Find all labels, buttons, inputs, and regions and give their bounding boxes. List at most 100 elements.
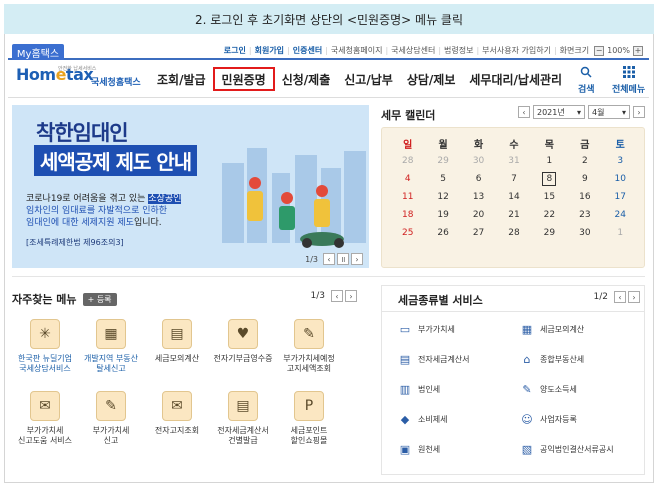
nav-item-report-payment[interactable]: 신고/납부 <box>337 67 400 91</box>
calendar-day[interactable]: 21 <box>496 206 531 224</box>
prev-arrow-icon[interactable]: ‹ <box>331 290 343 302</box>
next-arrow-icon[interactable]: › <box>628 291 640 303</box>
calendar-day[interactable]: 30 <box>567 224 602 242</box>
month-select[interactable]: 4월 ▾ <box>588 105 630 119</box>
svc-e-invoice[interactable]: ▤ 전자세금계산서 <box>398 352 470 366</box>
calendar-day[interactable]: 18 <box>390 206 425 224</box>
mail-icon: ✉ <box>162 391 192 421</box>
invoice-icon: ▤ <box>228 391 258 421</box>
calendar-day[interactable]: 29 <box>425 152 460 170</box>
calendar-day[interactable]: 27 <box>461 224 496 242</box>
promo-body: 코로나19로 어려움을 겪고 있는 소상공인 임차인의 임대료를 자발적으로 인… <box>26 194 182 228</box>
svc-vat[interactable]: ▭ 부가가치세 <box>398 322 455 336</box>
svc-corporate-tax[interactable]: ▥ 법인세 <box>398 382 440 396</box>
calendar-day-today[interactable]: 8 <box>532 170 567 188</box>
next-arrow-icon[interactable]: › <box>351 253 363 265</box>
calendar-day[interactable]: 17 <box>603 188 638 206</box>
calendar-day[interactable]: 10 <box>603 170 638 188</box>
envelope-icon: ✉ <box>30 391 60 421</box>
svc-public-corp-disclosure[interactable]: ▧ 공익법인결산서류공시 <box>520 442 614 456</box>
svc-business-registration[interactable]: ☺ 사업자등록 <box>520 412 577 426</box>
instruction-banner: 2. 로그인 후 초기화면 상단의 <민원증명> 메뉴 클릭 <box>4 4 654 34</box>
calendar-day[interactable]: 26 <box>425 224 460 242</box>
all-menu-button[interactable]: 전체메뉴 <box>612 66 645 95</box>
calendar-day[interactable]: 30 <box>461 152 496 170</box>
consult-center-link[interactable]: 국세상담센터 <box>388 45 438 56</box>
next-arrow-icon[interactable]: › <box>345 290 357 302</box>
nav-item-tax-agent[interactable]: 세무대리/납세관리 <box>462 67 569 91</box>
calendar-day[interactable]: 29 <box>532 224 567 242</box>
svc-withholding-tax[interactable]: ▣ 원천세 <box>398 442 440 456</box>
fav-tile-vat-help[interactable]: ✉ 부가가치세 신고도움 서비스 <box>12 391 78 446</box>
calendar-day[interactable]: 9 <box>567 170 602 188</box>
calendar-day[interactable]: 4 <box>390 170 425 188</box>
fav-tile-tax-simulation[interactable]: ▤ 세금모의계산 <box>144 319 210 364</box>
svc-transfer-tax[interactable]: ✎ 양도소득세 <box>520 382 576 396</box>
calendar-day[interactable]: 23 <box>567 206 602 224</box>
calendar-day[interactable]: 13 <box>461 188 496 206</box>
nav-item-application[interactable]: 신청/제출 <box>275 67 338 91</box>
svc-property-tax[interactable]: ⌂ 종합부동산세 <box>520 352 585 366</box>
calendar-day[interactable]: 3 <box>603 152 638 170</box>
year-select[interactable]: 2021년 ▾ <box>533 105 585 119</box>
fav-tile-newdeal[interactable]: ✳ 한국판 뉴딜기업 국세상담서비스 <box>12 319 78 374</box>
calendar-day[interactable]: 16 <box>567 188 602 206</box>
pen-icon: ✎ <box>96 391 126 421</box>
promo-pager: 1/3 ‹ ॥ › <box>305 253 363 265</box>
nts-homepage-link[interactable]: 국세청홈페이지 <box>328 45 386 56</box>
calendar-day[interactable]: 20 <box>461 206 496 224</box>
calendar-day[interactable]: 22 <box>532 206 567 224</box>
document-pen-icon: ✎ <box>522 382 532 396</box>
law-info-link[interactable]: 법령정보 <box>441 45 476 56</box>
calendar-day[interactable]: 31 <box>496 152 531 170</box>
fav-tile-tax-point[interactable]: P 세금포인트 할인쇼핑몰 <box>276 391 342 446</box>
calendar-day[interactable]: 6 <box>461 170 496 188</box>
calendar-grid: 일 월 화 수 목 금 토 28 29 30 31 1 2 3 4 5 6 7 … <box>381 127 645 268</box>
calendar-day[interactable]: 14 <box>496 188 531 206</box>
my-hometax-tab[interactable]: My홈택스 <box>12 44 64 60</box>
promo-banner[interactable]: 착한임대인 세액공제 제도 안내 코로나19로 어려움을 겪고 있는 소상공인 … <box>12 105 369 268</box>
fav-tile-vat-notice[interactable]: ✎ 부가가치세예정 고지세액조회 <box>276 319 342 374</box>
calendar-day[interactable]: 15 <box>532 188 567 206</box>
favorites-pager: 1/3 ‹ › <box>311 290 357 302</box>
nav-item-inquiry[interactable]: 조회/발급 <box>150 67 213 91</box>
calendar-day[interactable]: 25 <box>390 224 425 242</box>
calendar-day[interactable]: 12 <box>425 188 460 206</box>
calendar-day[interactable]: 2 <box>567 152 602 170</box>
login-link[interactable]: 로그인 <box>221 45 249 56</box>
calendar-day[interactable]: 28 <box>496 224 531 242</box>
zoom-in-button[interactable]: + <box>633 45 643 56</box>
hometax-logo[interactable]: Hometax 안전한 납세서비스 국세청홈택스 <box>16 65 141 91</box>
calendar-day[interactable]: 24 <box>603 206 638 224</box>
nav-item-consult[interactable]: 상담/제보 <box>400 67 463 91</box>
building-icon: ▥ <box>399 382 411 396</box>
calendar-day[interactable]: 11 <box>390 188 425 206</box>
cert-center-link[interactable]: 인증센터 <box>290 45 325 56</box>
prev-arrow-icon[interactable]: ‹ <box>323 253 335 265</box>
signup-link[interactable]: 회원가입 <box>252 45 287 56</box>
fav-tile-dev-area-report[interactable]: ▦ 개발지역 부동산 탈세신고 <box>78 319 144 374</box>
nav-item-civil-certificate[interactable]: 민원증명 <box>212 67 275 91</box>
prev-arrow-icon[interactable]: ‹ <box>614 291 626 303</box>
calendar-title: 세무 캘린더 <box>381 109 436 122</box>
fav-tile-e-notice[interactable]: ✉ 전자고지조회 <box>144 391 210 436</box>
calendar-day[interactable]: 19 <box>425 206 460 224</box>
fav-tile-donation-receipt[interactable]: ♥ 전자기부금영수증 <box>210 319 276 364</box>
calendar-day[interactable]: 1 <box>603 224 638 242</box>
svc-tax-simulation[interactable]: ▦ 세금모의계산 <box>520 322 584 336</box>
dept-user-join-link[interactable]: 부서사용자 가입하기 <box>479 45 554 56</box>
calendar-day[interactable]: 1 <box>532 152 567 170</box>
search-button[interactable]: 검색 <box>578 66 595 95</box>
calendar-day[interactable]: 28 <box>390 152 425 170</box>
calendar-day[interactable]: 5 <box>425 170 460 188</box>
building-icon: ▦ <box>96 319 126 349</box>
pause-icon[interactable]: ॥ <box>337 253 349 265</box>
prev-month-icon[interactable]: ‹ <box>518 106 530 118</box>
fav-tile-e-invoice[interactable]: ▤ 전자세금계산서 건별발급 <box>210 391 276 446</box>
add-favorite-button[interactable]: + 등록 <box>82 292 117 306</box>
svc-consumption-tax[interactable]: ◆ 소비제세 <box>398 412 448 426</box>
calendar-day[interactable]: 7 <box>496 170 531 188</box>
next-month-icon[interactable]: › <box>633 106 645 118</box>
fav-tile-vat-report[interactable]: ✎ 부가가치세 신고 <box>78 391 144 446</box>
zoom-out-button[interactable]: − <box>594 45 605 56</box>
